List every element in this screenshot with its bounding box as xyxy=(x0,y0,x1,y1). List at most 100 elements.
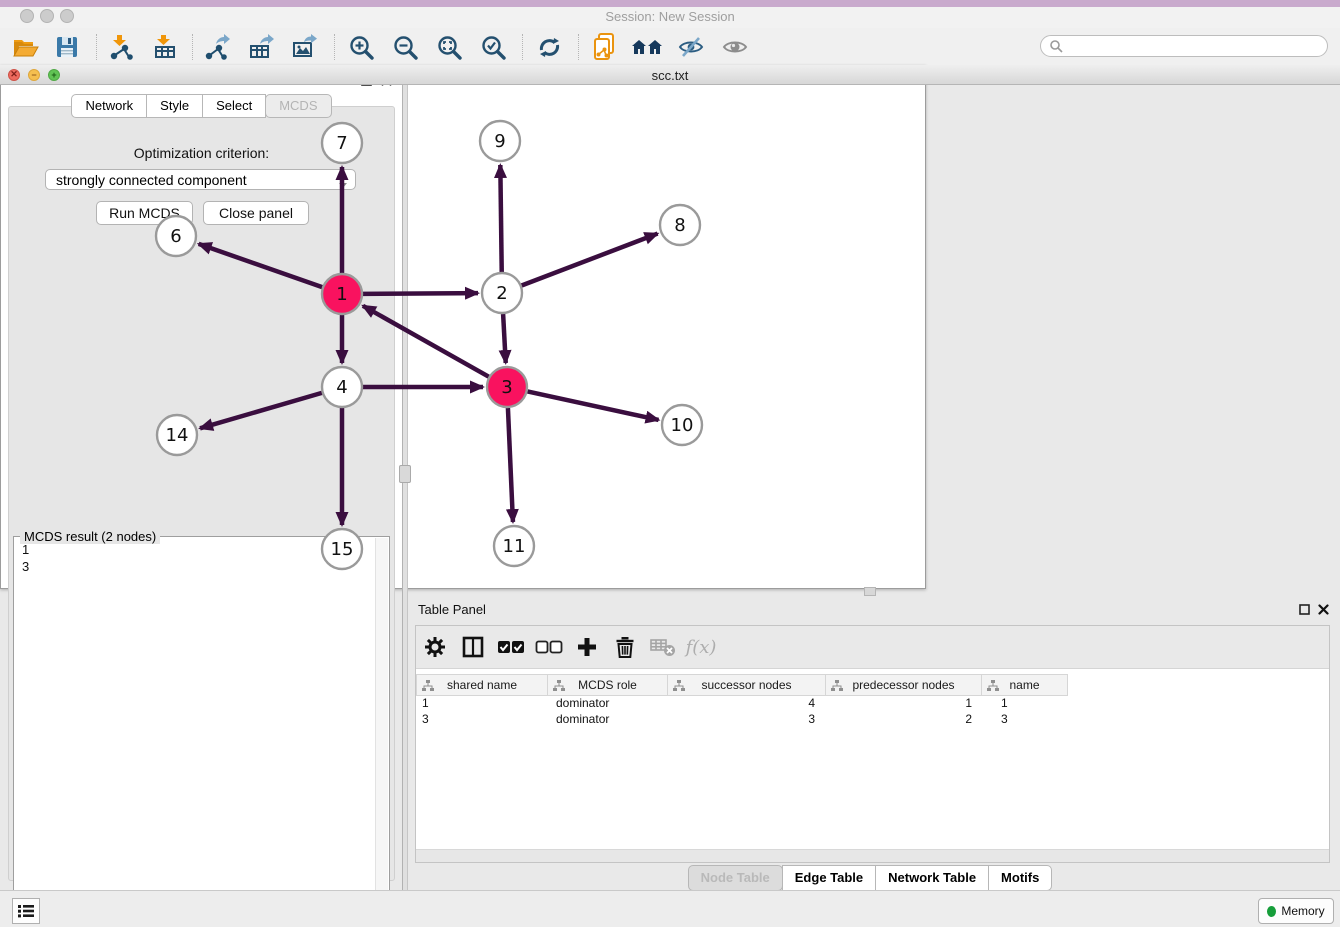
deselect-all-icon[interactable] xyxy=(530,640,568,654)
column-header-name[interactable]: name xyxy=(982,674,1068,696)
tab-node-table[interactable]: Node Table xyxy=(688,865,783,891)
export-network-icon[interactable] xyxy=(200,32,234,62)
control-panel-tabs: NetworkStyleSelectMCDS xyxy=(0,94,403,118)
network-canvas[interactable]: 1 2 3 4 6 7 8 9 10 11 14 15 xyxy=(0,85,922,586)
import-network-icon[interactable] xyxy=(104,32,138,62)
tab-edge-table[interactable]: Edge Table xyxy=(782,865,876,891)
graph-edge-3-11[interactable] xyxy=(508,408,513,522)
titlebar-accent xyxy=(0,0,1340,7)
search-icon xyxy=(1049,39,1063,53)
graph-node-label: 9 xyxy=(494,131,505,152)
main-toolbar xyxy=(0,28,1340,66)
graph-edge-2-9[interactable] xyxy=(500,165,501,272)
tab-select[interactable]: Select xyxy=(202,94,266,118)
delete-table-icon xyxy=(644,637,682,657)
panes-icon[interactable] xyxy=(454,636,492,658)
zoom-selected-icon[interactable] xyxy=(476,32,510,62)
table-cell[interactable]: dominator xyxy=(548,696,668,712)
graph-node-9[interactable]: 9 xyxy=(480,121,520,161)
graph-node-10[interactable]: 10 xyxy=(662,405,702,445)
graph-node-label: 11 xyxy=(503,536,526,557)
table-row[interactable]: 3dominator323 xyxy=(416,712,1329,728)
first-neighbors-icon[interactable] xyxy=(630,32,664,62)
memory-button[interactable]: Memory xyxy=(1258,898,1334,924)
hide-selected-icon[interactable] xyxy=(674,32,708,62)
column-header-predecessor-nodes[interactable]: predecessor nodes xyxy=(826,674,982,696)
graph-node-6[interactable]: 6 xyxy=(156,216,196,256)
window-title: Session: New Session xyxy=(0,9,1340,24)
graph-edge-2-8[interactable] xyxy=(522,234,658,286)
table-cell[interactable]: dominator xyxy=(548,712,668,728)
toolbar-separator xyxy=(96,34,97,60)
graph-edge-1-6[interactable] xyxy=(199,244,323,287)
column-header-mcds-role[interactable]: MCDS role xyxy=(548,674,668,696)
mcds-result-scrollbar[interactable] xyxy=(375,538,388,913)
graph-node-11[interactable]: 11 xyxy=(494,526,534,566)
tab-mcds[interactable]: MCDS xyxy=(265,94,331,118)
export-image-icon[interactable] xyxy=(288,32,322,62)
tab-network-table[interactable]: Network Table xyxy=(875,865,989,891)
add-column-icon[interactable] xyxy=(568,636,606,658)
table-panel: f(x) shared nameMCDS rolesuccessor nodes… xyxy=(415,625,1330,863)
graph-node-8[interactable]: 8 xyxy=(660,205,700,245)
table-panel-close-icon[interactable] xyxy=(1315,601,1331,617)
column-header-shared-name[interactable]: shared name xyxy=(416,674,548,696)
graph-node-label: 2 xyxy=(496,283,507,304)
import-table-icon[interactable] xyxy=(148,32,182,62)
show-all-icon[interactable] xyxy=(718,32,752,62)
network-window-titlebar: ✕ − + scc.txt xyxy=(0,65,1340,85)
table-cell[interactable]: 3 xyxy=(416,712,548,728)
table-cell[interactable]: 3 xyxy=(982,712,1068,728)
gear-icon[interactable] xyxy=(416,636,454,658)
graph-edge-3-10[interactable] xyxy=(528,391,659,419)
task-history-button[interactable] xyxy=(12,898,40,924)
graph-node-3[interactable]: 3 xyxy=(487,367,527,407)
graph-edge-1-2[interactable] xyxy=(363,293,478,294)
table-panel-float-icon[interactable] xyxy=(1296,601,1312,617)
graph-edge-3-1[interactable] xyxy=(363,306,489,377)
graph-node-7[interactable]: 7 xyxy=(322,123,362,163)
memory-status-icon xyxy=(1267,906,1276,917)
tab-motifs[interactable]: Motifs xyxy=(988,865,1052,891)
graph-node-label: 15 xyxy=(331,539,354,560)
graph-edge-2-3[interactable] xyxy=(503,314,506,363)
graph-node-1[interactable]: 1 xyxy=(322,274,362,314)
export-table-icon[interactable] xyxy=(244,32,278,62)
toolbar-separator xyxy=(334,34,335,60)
zoom-out-icon[interactable] xyxy=(388,32,422,62)
graph-node-2[interactable]: 2 xyxy=(482,273,522,313)
main-area: Control Panel NetworkStyleSelectMCDS Opt… xyxy=(0,65,1340,890)
app-titlebar: Session: New Session xyxy=(0,0,1340,29)
tab-network[interactable]: Network xyxy=(71,94,147,118)
table-row[interactable]: 1dominator411 xyxy=(416,696,1329,712)
graph-node-4[interactable]: 4 xyxy=(322,367,362,407)
table-toolbar: f(x) xyxy=(416,626,1329,669)
graph-node-label: 6 xyxy=(170,226,181,247)
delete-icon[interactable] xyxy=(606,636,644,658)
graph-edge-4-14[interactable] xyxy=(200,393,322,428)
table-cell[interactable]: 1 xyxy=(826,696,982,712)
zoom-fit-icon[interactable] xyxy=(432,32,466,62)
table-cell[interactable]: 3 xyxy=(668,712,826,728)
table-cell[interactable]: 4 xyxy=(668,696,826,712)
refresh-icon[interactable] xyxy=(532,32,566,62)
clone-network-icon[interactable] xyxy=(588,32,622,62)
graph-node-label: 10 xyxy=(671,415,694,436)
table-cell[interactable]: 2 xyxy=(826,712,982,728)
graph-node-15[interactable]: 15 xyxy=(322,529,362,569)
open-file-icon[interactable] xyxy=(8,32,42,62)
memory-label: Memory xyxy=(1281,904,1324,918)
table-cell[interactable]: 1 xyxy=(416,696,548,712)
zoom-in-icon[interactable] xyxy=(344,32,378,62)
table-cell[interactable]: 1 xyxy=(982,696,1068,712)
mcds-result-text[interactable]: 1 3 xyxy=(16,541,375,912)
tab-style[interactable]: Style xyxy=(146,94,203,118)
list-icon xyxy=(18,904,34,918)
network-window-resize-grip[interactable] xyxy=(864,587,876,596)
search-input[interactable] xyxy=(1067,38,1327,54)
column-header-successor-nodes[interactable]: successor nodes xyxy=(668,674,826,696)
mcds-result-group: MCDS result (2 nodes) 1 3 xyxy=(13,536,390,915)
save-session-icon[interactable] xyxy=(50,32,84,62)
select-all-icon[interactable] xyxy=(492,640,530,654)
graph-node-14[interactable]: 14 xyxy=(157,415,197,455)
